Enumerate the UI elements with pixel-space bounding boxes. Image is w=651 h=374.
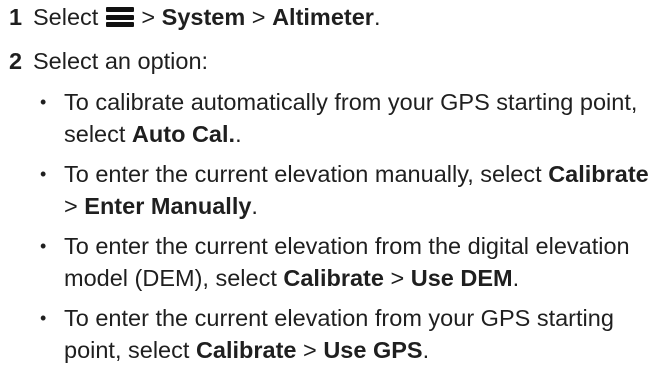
menu-item-use-gps: Use GPS (323, 337, 423, 363)
menu-item-calibrate: Calibrate (283, 265, 384, 291)
option-enter-manually: • To enter the current elevation manuall… (0, 158, 649, 222)
step-text: Select an option: (33, 48, 209, 74)
step-number: 1 (9, 4, 23, 30)
option-use-dem: • To enter the current elevation from th… (0, 230, 649, 294)
option-use-gps: • To enter the current elevation from yo… (0, 302, 649, 366)
option-end: . (251, 193, 258, 219)
bullet-icon: • (40, 308, 47, 328)
menu-item-calibrate: Calibrate (548, 161, 649, 187)
option-auto-cal: • To calibrate automatically from your G… (0, 86, 649, 150)
path-separator: > (64, 193, 85, 219)
menu-item-calibrate: Calibrate (195, 337, 297, 363)
option-text: To calibrate automatically from your GPS… (64, 86, 649, 150)
menu-item-enter-manually: Enter Manually (84, 193, 252, 219)
step-suffix: . (373, 4, 381, 30)
step-prefix: Select (33, 4, 99, 30)
option-list: • To calibrate automatically from your G… (0, 86, 649, 374)
menu-item-use-dem: Use DEM (410, 265, 513, 291)
bullet-icon: • (40, 236, 47, 256)
option-end: . (422, 337, 430, 363)
option-text: To enter the current elevation from your… (64, 302, 649, 366)
option-text: To enter the current elevation manually,… (64, 158, 649, 222)
bullet-icon: • (40, 164, 47, 184)
menu-item-auto-cal: Auto Cal. (131, 121, 236, 147)
option-text: To enter the current elevation from the … (64, 230, 649, 294)
path-separator: > (251, 4, 266, 30)
path-separator: > (296, 337, 324, 363)
hamburger-menu-icon (105, 7, 134, 27)
menu-item-system: System (161, 4, 246, 30)
bullet-icon: • (40, 92, 47, 112)
option-end: . (512, 265, 520, 291)
step-number: 2 (9, 48, 23, 74)
option-description: To enter the current elevation manually,… (64, 161, 549, 187)
menu-item-altimeter: Altimeter (272, 4, 374, 30)
path-separator: > (141, 4, 156, 30)
option-end: . (235, 121, 242, 147)
step-text: Select > System > Altimeter. (33, 1, 380, 33)
instructions-document: 1 Select > System > Altimeter. 2 Select … (0, 0, 651, 364)
path-separator: > (383, 265, 411, 291)
